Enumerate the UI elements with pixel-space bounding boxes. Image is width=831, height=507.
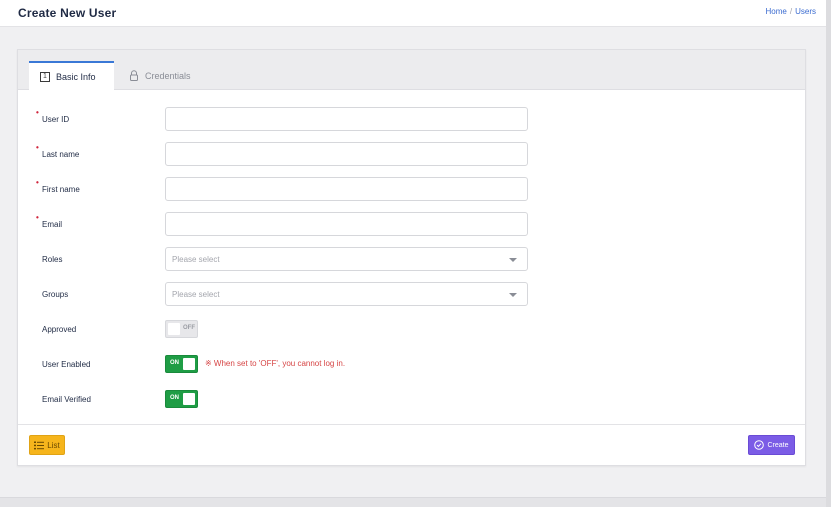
- email-field[interactable]: [165, 212, 528, 236]
- groups-placeholder: Please select: [172, 290, 220, 299]
- check-circle-icon: [754, 440, 765, 450]
- chevron-down-icon: [509, 258, 517, 262]
- tab-bar: 1 Basic Info Credentials: [18, 50, 805, 91]
- user-enabled-note: ※ When set to 'OFF', you cannot log in.: [205, 359, 346, 368]
- email-label: Email: [42, 220, 63, 229]
- last-name-input[interactable]: [165, 142, 528, 166]
- approved-toggle[interactable]: OFF: [165, 320, 198, 338]
- email-verified-toggle-state: ON: [170, 395, 179, 401]
- breadcrumb-home-link[interactable]: Home: [766, 7, 787, 16]
- lock-icon: [130, 70, 138, 81]
- roles-label: Roles: [42, 255, 63, 264]
- chevron-down-icon: [509, 293, 517, 297]
- tab-credentials-label: Credentials: [145, 70, 191, 81]
- tab-basic-info[interactable]: 1 Basic Info: [29, 61, 114, 91]
- last-name-label: Last name: [42, 150, 80, 159]
- create-user-card: 1 Basic Info Credentials • User ID • Las…: [17, 49, 806, 466]
- first-name-label: First name: [42, 185, 80, 194]
- groups-select[interactable]: Please select: [165, 282, 528, 306]
- email-verified-label: Email Verified: [42, 395, 91, 404]
- create-button[interactable]: Create: [748, 435, 795, 455]
- breadcrumb-separator: /: [789, 7, 793, 16]
- document-number-icon: 1: [40, 72, 50, 82]
- first-name-row: • First name: [18, 177, 805, 202]
- groups-row: Groups Please select: [18, 282, 805, 307]
- breadcrumb-users-link[interactable]: Users: [795, 7, 816, 16]
- roles-placeholder: Please select: [172, 255, 220, 264]
- toggle-knob: [168, 323, 180, 335]
- page-bottom-bar: [0, 497, 826, 507]
- groups-label: Groups: [42, 290, 69, 299]
- user-enabled-label: User Enabled: [42, 360, 91, 369]
- required-mark: •: [36, 108, 39, 117]
- card-footer: List Create: [18, 424, 805, 465]
- approved-row: Approved OFF: [18, 317, 805, 342]
- toggle-knob: [183, 358, 195, 370]
- first-name-input[interactable]: [165, 177, 528, 201]
- email-verified-toggle[interactable]: ON: [165, 390, 198, 408]
- roles-row: Roles Please select: [18, 247, 805, 272]
- scrollbar-track[interactable]: [826, 0, 831, 507]
- last-name-row: • Last name: [18, 142, 805, 167]
- required-mark: •: [36, 143, 39, 152]
- user-id-label: User ID: [42, 115, 70, 124]
- create-button-label: Create: [767, 441, 789, 449]
- user-id-row: • User ID: [18, 107, 805, 132]
- required-mark: •: [36, 178, 39, 187]
- toggle-knob: [183, 393, 195, 405]
- email-verified-row: Email Verified ON: [18, 387, 805, 412]
- user-enabled-row: User Enabled ON ※ When set to 'OFF', you…: [18, 352, 805, 377]
- approved-toggle-state: OFF: [183, 325, 195, 331]
- user-enabled-toggle[interactable]: ON: [165, 355, 198, 373]
- tab-credentials[interactable]: Credentials: [118, 61, 202, 90]
- list-button[interactable]: List: [29, 435, 65, 455]
- breadcrumb: Home / Users: [766, 7, 816, 16]
- tab-basic-info-label: Basic Info: [56, 72, 96, 82]
- required-mark: •: [36, 213, 39, 222]
- user-enabled-toggle-state: ON: [170, 360, 179, 366]
- user-id-input[interactable]: [165, 107, 528, 131]
- email-row: • Email: [18, 212, 805, 237]
- roles-select[interactable]: Please select: [165, 247, 528, 271]
- approved-label: Approved: [42, 325, 77, 334]
- page-title: Create New User: [18, 6, 117, 20]
- list-icon: [34, 441, 45, 449]
- list-button-label: List: [47, 440, 60, 450]
- top-header: Create New User Home / Users: [0, 0, 826, 27]
